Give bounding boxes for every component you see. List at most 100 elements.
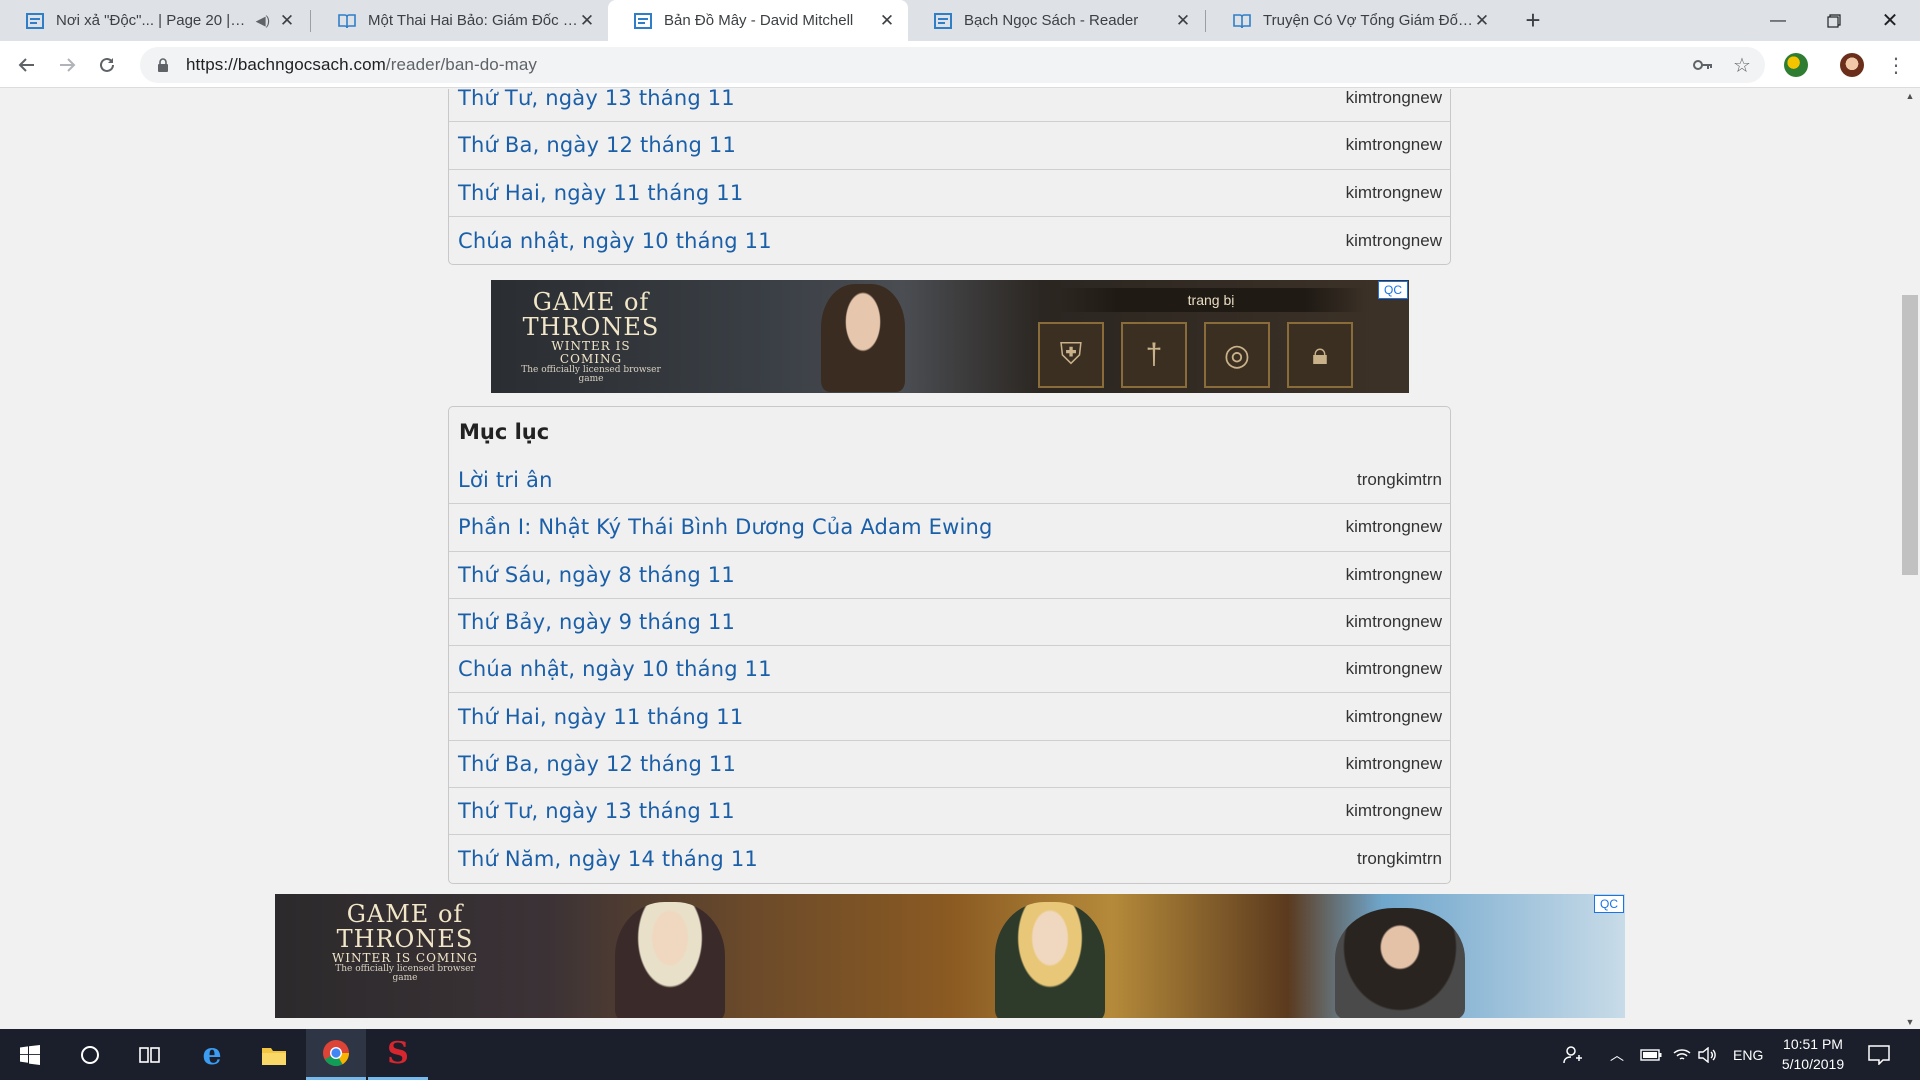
chapter-link[interactable]: Phần I: Nhật Ký Thái Bình Dương Của Adam… bbox=[458, 515, 993, 539]
chapter-link[interactable]: Thứ Ba, ngày 12 tháng 11 bbox=[458, 133, 736, 157]
chapter-author: kimtrongnew bbox=[1345, 517, 1442, 537]
system-clock[interactable]: 10:51 PM 5/10/2019 bbox=[1768, 1034, 1858, 1074]
file-explorer-icon[interactable] bbox=[244, 1029, 304, 1080]
forward-button[interactable] bbox=[51, 49, 83, 81]
task-view-button[interactable] bbox=[120, 1029, 180, 1080]
volume-icon[interactable] bbox=[1698, 1029, 1718, 1080]
key-icon[interactable] bbox=[1688, 47, 1718, 83]
browser-tab-3-active[interactable]: Bản Đồ Mây - David Mitchell ✕ bbox=[608, 0, 908, 41]
close-tab-icon[interactable]: ✕ bbox=[878, 11, 896, 31]
chapter-row[interactable]: Thứ Tư, ngày 13 tháng 11 kimtrongnew bbox=[449, 89, 1450, 123]
chapter-link[interactable]: Thứ Sáu, ngày 8 tháng 11 bbox=[458, 563, 735, 587]
battery-icon[interactable] bbox=[1640, 1029, 1662, 1080]
app-s-taskbar-icon[interactable]: S bbox=[368, 1029, 428, 1080]
toc-row[interactable]: Chúa nhật, ngày 10 tháng 11 kimtrongnew bbox=[449, 646, 1450, 694]
ad-logo-line1: GAME of bbox=[346, 900, 464, 928]
back-arrow-icon bbox=[18, 58, 34, 72]
browser-tab-5[interactable]: Truyện Có Vợ Tổng Giám Đốc Xin ✕ bbox=[1207, 0, 1503, 41]
browser-tab-2[interactable]: Một Thai Hai Bảo: Giám Đốc Hàn ✕ bbox=[312, 0, 608, 41]
chapter-row[interactable]: Thứ Hai, ngày 11 tháng 11 kimtrongnew bbox=[449, 170, 1450, 217]
scroll-up-arrow-icon[interactable]: ▲ bbox=[1900, 91, 1920, 101]
start-button[interactable] bbox=[0, 1029, 60, 1080]
ad-logo: GAME of THRONES WINTER IS COMING The off… bbox=[521, 289, 661, 384]
url-host: https://bachngocsach.com bbox=[186, 55, 386, 74]
windows-logo-icon bbox=[20, 1044, 40, 1065]
ad-logo-line2: THRONES bbox=[522, 313, 660, 342]
vertical-scrollbar[interactable]: ▲ ▼ bbox=[1900, 89, 1920, 1029]
profile-avatar[interactable] bbox=[1840, 53, 1864, 77]
advertisement-banner-2[interactable]: GAME of THRONES WINTER IS COMING The off… bbox=[275, 894, 1625, 1018]
browser-tab-4[interactable]: Bạch Ngọc Sách - Reader ✕ bbox=[908, 0, 1204, 41]
chrome-taskbar-icon[interactable] bbox=[306, 1029, 366, 1080]
tab-separator bbox=[1205, 10, 1206, 32]
ad-banner-text: trang bị bbox=[1056, 288, 1366, 312]
close-tab-icon[interactable]: ✕ bbox=[278, 11, 296, 31]
chapter-link[interactable]: Thứ Ba, ngày 12 tháng 11 bbox=[458, 752, 736, 776]
toc-row[interactable]: Thứ Bảy, ngày 9 tháng 11 kimtrongnew bbox=[449, 599, 1450, 647]
toc-row[interactable]: Phần I: Nhật Ký Thái Bình Dương Của Adam… bbox=[449, 504, 1450, 552]
minimize-button[interactable]: — bbox=[1750, 0, 1806, 41]
back-button[interactable] bbox=[11, 49, 43, 81]
ad-choices-badge[interactable]: QC bbox=[1378, 281, 1408, 299]
scroll-down-arrow-icon[interactable]: ▼ bbox=[1900, 1017, 1920, 1027]
edge-browser-icon[interactable]: e bbox=[182, 1029, 242, 1080]
chapter-author: kimtrongnew bbox=[1345, 753, 1442, 773]
chapter-row[interactable]: Thứ Ba, ngày 12 tháng 11 kimtrongnew bbox=[449, 122, 1450, 170]
new-tab-button[interactable]: + bbox=[1519, 4, 1547, 36]
reload-button[interactable] bbox=[91, 49, 123, 81]
browser-tab-1[interactable]: Nơi xả "Độc"... | Page 20 | Bạ ◀) ✕ bbox=[0, 0, 308, 41]
address-bar[interactable]: https://bachngocsach.com/reader/ban-do-m… bbox=[140, 47, 1765, 83]
ad-character-image bbox=[821, 284, 905, 392]
site-favicon-icon bbox=[26, 12, 44, 29]
advertisement-banner-1[interactable]: GAME of THRONES WINTER IS COMING The off… bbox=[491, 280, 1409, 393]
close-tab-icon[interactable]: ✕ bbox=[1473, 11, 1491, 31]
ad-subline: The officially licensed browser game bbox=[521, 364, 661, 384]
url-text[interactable]: https://bachngocsach.com/reader/ban-do-m… bbox=[186, 55, 537, 75]
toc-row[interactable]: Thứ Sáu, ngày 8 tháng 11 kimtrongnew bbox=[449, 552, 1450, 599]
scrollbar-thumb[interactable] bbox=[1902, 295, 1918, 575]
tab-title: Bản Đồ Mây - David Mitchell bbox=[664, 12, 854, 29]
toc-row[interactable]: Thứ Tư, ngày 13 tháng 11 kimtrongnew bbox=[449, 788, 1450, 836]
close-tab-icon[interactable]: ✕ bbox=[578, 11, 596, 31]
chapter-link[interactable]: Thứ Bảy, ngày 9 tháng 11 bbox=[458, 610, 735, 634]
chrome-menu-icon[interactable]: ⋮ bbox=[1880, 49, 1912, 81]
language-indicator[interactable]: ENG bbox=[1733, 1029, 1763, 1080]
speaker-icon[interactable]: ◀) bbox=[256, 13, 270, 29]
chapter-link[interactable]: Thứ Tư, ngày 13 tháng 11 bbox=[458, 799, 735, 823]
chapter-row[interactable]: Chúa nhật, ngày 10 tháng 11 kimtrongnew bbox=[449, 217, 1450, 264]
people-icon[interactable] bbox=[1563, 1029, 1583, 1080]
book-icon bbox=[1233, 13, 1251, 28]
toc-row[interactable]: Thứ Ba, ngày 12 tháng 11 kimtrongnew bbox=[449, 741, 1450, 789]
chapter-author: trongkimtrn bbox=[1356, 849, 1442, 869]
lock-icon[interactable] bbox=[156, 58, 170, 72]
chevron-up-icon[interactable]: ︿ bbox=[1610, 1029, 1624, 1080]
whip-icon: ◎ bbox=[1204, 322, 1270, 388]
wifi-icon[interactable] bbox=[1673, 1029, 1691, 1080]
close-tab-icon[interactable]: ✕ bbox=[1174, 11, 1192, 31]
toc-row[interactable]: Thứ Năm, ngày 14 tháng 11 trongkimtrn bbox=[449, 835, 1450, 882]
extension-icon[interactable] bbox=[1784, 53, 1808, 77]
toc-row[interactable]: Lời tri ân trongkimtrn bbox=[449, 457, 1450, 505]
notification-center-icon[interactable] bbox=[1868, 1029, 1890, 1080]
chapter-link[interactable]: Chúa nhật, ngày 10 tháng 11 bbox=[458, 229, 772, 253]
chapter-author: kimtrongnew bbox=[1345, 564, 1442, 584]
forward-arrow-icon bbox=[60, 58, 76, 72]
chapter-author: kimtrongnew bbox=[1345, 182, 1442, 202]
chapter-link[interactable]: Lời tri ân bbox=[458, 468, 553, 492]
close-window-button[interactable]: ✕ bbox=[1862, 0, 1918, 41]
browser-toolbar: https://bachngocsach.com/reader/ban-do-m… bbox=[0, 41, 1920, 88]
search-circle-icon bbox=[81, 1045, 99, 1064]
chapter-link[interactable]: Thứ Hai, ngày 11 tháng 11 bbox=[458, 705, 743, 729]
tab-title: Bạch Ngọc Sách - Reader bbox=[964, 12, 1139, 29]
chapter-link[interactable]: Thứ Hai, ngày 11 tháng 11 bbox=[458, 181, 743, 205]
url-path: /reader/ban-do-may bbox=[385, 55, 538, 74]
chapter-link[interactable]: Thứ Năm, ngày 14 tháng 11 bbox=[458, 847, 758, 871]
toc-row[interactable]: Thứ Hai, ngày 11 tháng 11 kimtrongnew bbox=[449, 693, 1450, 741]
restore-button[interactable] bbox=[1806, 0, 1862, 41]
search-cortana-button[interactable] bbox=[60, 1029, 120, 1080]
ad-choices-badge[interactable]: QC bbox=[1594, 895, 1624, 913]
chapter-link[interactable]: Thứ Tư, ngày 13 tháng 11 bbox=[458, 89, 735, 110]
tab-separator bbox=[310, 10, 311, 32]
chapter-link[interactable]: Chúa nhật, ngày 10 tháng 11 bbox=[458, 657, 772, 681]
bookmark-star-icon[interactable]: ☆ bbox=[1727, 47, 1757, 83]
